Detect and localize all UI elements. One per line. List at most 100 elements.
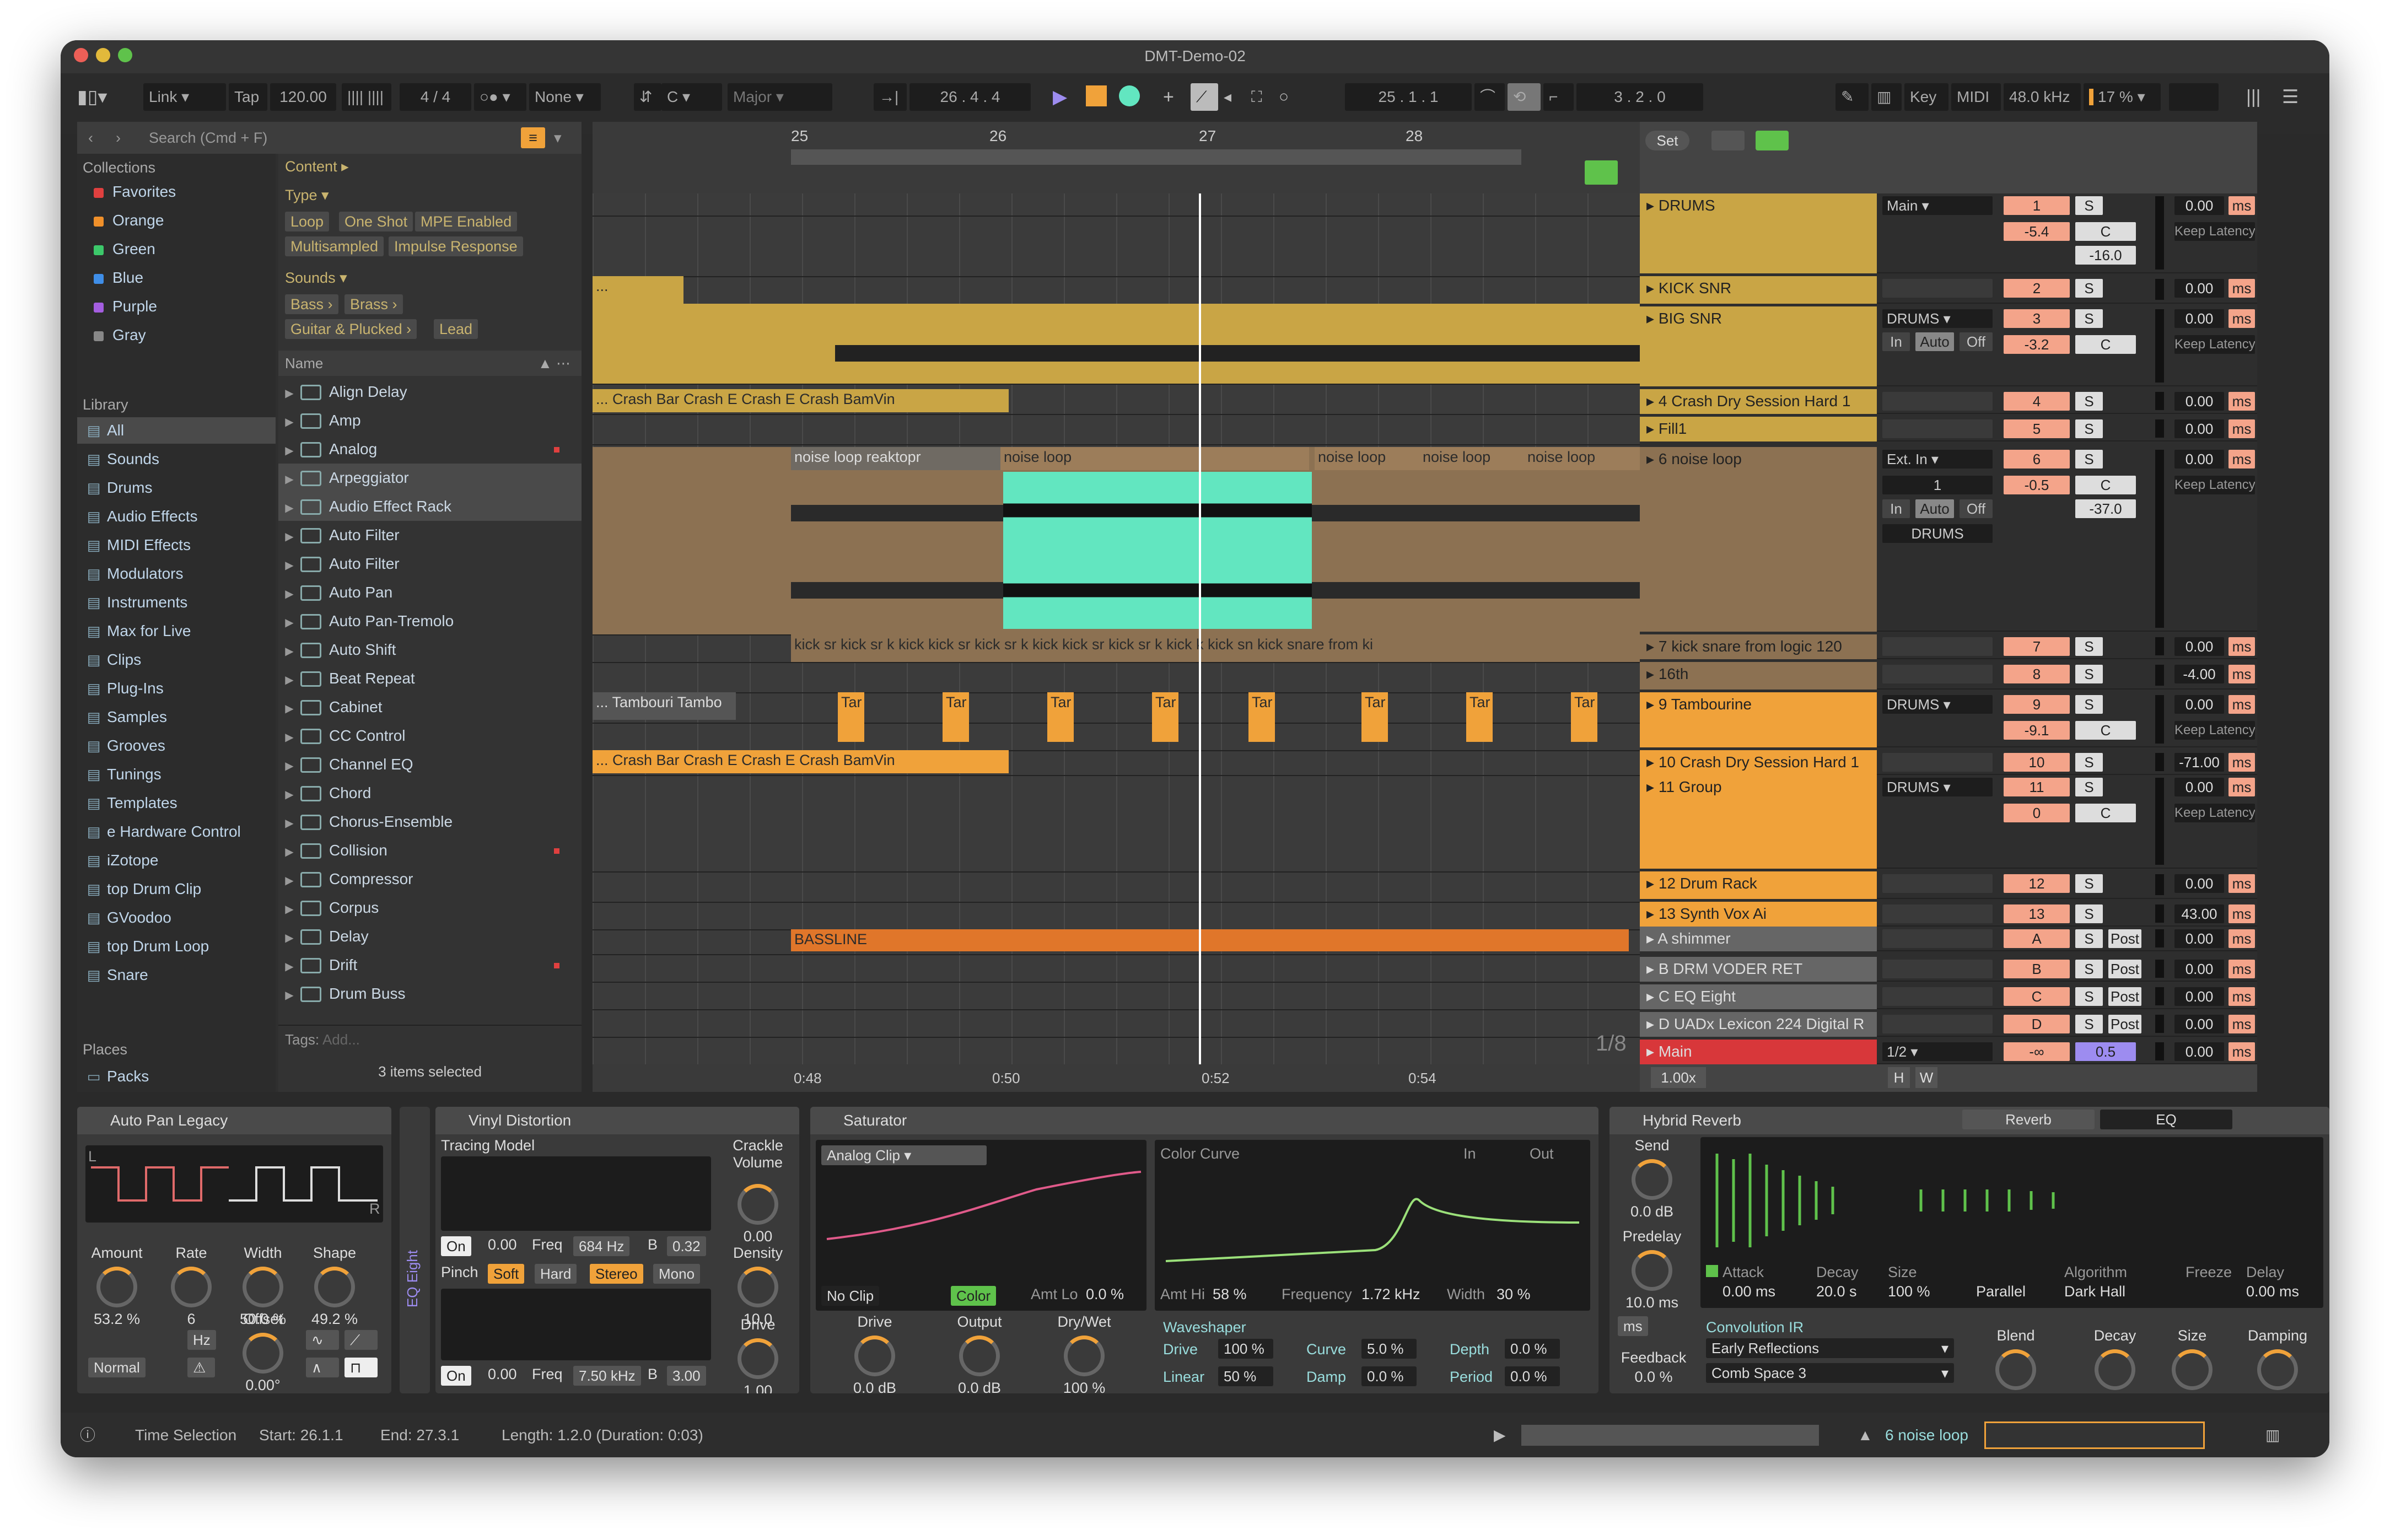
monitor-in-button[interactable]: In xyxy=(1882,332,1910,351)
library-item-top-drum-loop[interactable]: ▤ top Drum Loop xyxy=(77,933,276,960)
routing-empty[interactable] xyxy=(1882,637,1993,656)
track-activator[interactable]: B xyxy=(2004,960,2070,978)
drive-knob[interactable] xyxy=(738,1338,778,1379)
mono-button[interactable]: Mono xyxy=(653,1264,701,1284)
monitor-auto-button[interactable]: Auto xyxy=(1915,499,1954,518)
follow-arrow-icon[interactable]: →| xyxy=(874,83,907,111)
track-fold-icon[interactable]: ▸ xyxy=(1646,420,1659,437)
width-knob[interactable] xyxy=(243,1267,283,1307)
input-routing-select[interactable]: DRUMS ▾ xyxy=(1882,778,1993,796)
expand-icon[interactable]: ▶ xyxy=(278,952,300,981)
track-fold-icon[interactable]: ▸ xyxy=(1646,392,1659,410)
tag-mpe-enabled[interactable]: MPE Enabled xyxy=(415,212,518,231)
collection-green[interactable]: Green xyxy=(77,236,155,262)
track-delay-unit[interactable]: ms xyxy=(2228,987,2255,1006)
filter-icon[interactable]: ≡ xyxy=(521,127,545,148)
track-delay-field[interactable]: 0.00 xyxy=(2174,279,2224,298)
collection-favorites[interactable]: Favorites xyxy=(77,179,176,205)
track-fold-icon[interactable]: ▸ xyxy=(1646,753,1659,771)
clip-noise-loop-reaktopr[interactable]: noise loop reaktopr xyxy=(791,447,1000,470)
tempo-field[interactable]: 120.00 xyxy=(270,83,336,111)
frequency-value[interactable]: 1.72 kHz xyxy=(1361,1286,1420,1303)
tag-loop[interactable]: Loop xyxy=(285,212,330,231)
routing-empty[interactable] xyxy=(1882,665,1993,683)
library-item-max-for-live[interactable]: ▤ Max for Live xyxy=(77,618,276,644)
track-pan[interactable]: C xyxy=(2075,804,2136,822)
play-button[interactable]: ▶ xyxy=(1053,83,1067,111)
computer-keyboard-icon[interactable]: ▥ xyxy=(1871,83,1902,111)
file-item[interactable]: ▶ Audio Effect Rack xyxy=(278,492,582,521)
color-button[interactable]: Color xyxy=(951,1286,997,1306)
solo-button[interactable]: S xyxy=(2075,1015,2103,1033)
dry-wet-value[interactable]: 100 % xyxy=(1042,1380,1127,1393)
offset-knob[interactable] xyxy=(243,1333,283,1374)
filter-type[interactable]: Type ▾ xyxy=(285,187,329,204)
saw-wave-icon[interactable]: ⟋ xyxy=(344,1330,378,1350)
input-routing-select[interactable]: Main ▾ xyxy=(1882,196,1993,215)
clip-noise-loop-2[interactable]: noise loop xyxy=(1315,447,1419,470)
tags-row[interactable]: Tags: Add... xyxy=(278,1025,582,1052)
clip-tambourine-hit[interactable]: Tar xyxy=(1152,692,1178,742)
file-item[interactable]: ▶ Drift xyxy=(278,951,582,979)
file-item[interactable]: ▶ Corpus xyxy=(278,893,582,922)
hard-button[interactable]: Hard xyxy=(535,1264,577,1284)
follow-icon[interactable]: ⇵ xyxy=(634,83,661,111)
track-delay-unit[interactable]: ms xyxy=(2228,960,2255,978)
decay-knob[interactable] xyxy=(2095,1349,2135,1390)
track-fold-icon[interactable]: ▸ xyxy=(1646,665,1659,682)
predelay-value[interactable]: 10.0 ms xyxy=(1610,1294,1694,1311)
solo-button[interactable]: S xyxy=(2075,279,2103,298)
waveshaper-ws-lin-field[interactable]: 50 % xyxy=(1218,1366,1273,1386)
monitor-off-button[interactable]: Off xyxy=(1960,499,1993,518)
tap-button[interactable]: Tap xyxy=(229,83,267,111)
file-item[interactable]: ▶ Auto Filter xyxy=(278,550,582,578)
track-header[interactable]: ▸ Fill1 xyxy=(1640,417,1877,441)
routing-empty[interactable] xyxy=(1882,987,1993,1006)
track-fold-icon[interactable]: ▸ xyxy=(1646,197,1659,214)
keep-latency-toggle[interactable]: Keep Latency xyxy=(2174,335,2255,354)
amount-knob[interactable] xyxy=(96,1267,137,1307)
track-activator[interactable]: C xyxy=(2004,987,2070,1006)
automation-arm-icon[interactable]: ⟋ xyxy=(1191,83,1218,111)
tab-reverb[interactable]: Reverb xyxy=(1962,1110,2095,1129)
solo-button[interactable]: S xyxy=(2075,419,2103,438)
input-routing-select[interactable]: DRUMS ▾ xyxy=(1882,309,1993,328)
routing-empty[interactable] xyxy=(1882,904,1993,923)
post-button[interactable]: Post xyxy=(2108,1015,2141,1033)
track-header[interactable]: ▸ B DRM VODER RET xyxy=(1640,957,1877,982)
track-activator[interactable]: 5 xyxy=(2004,419,2070,438)
clip-noise-loop-3[interactable]: noise loop xyxy=(1419,447,1524,470)
tag-brass[interactable]: Brass › xyxy=(344,294,403,314)
capture-midi-icon[interactable]: ⛶ xyxy=(1251,83,1262,111)
track-delay-unit[interactable]: ms xyxy=(2228,929,2255,948)
file-item[interactable]: ▶ CC Control xyxy=(278,721,582,750)
expand-icon[interactable]: ▶ xyxy=(278,494,300,523)
arrangement-position-field[interactable]: 26 . 4 . 4 xyxy=(909,83,1031,111)
track-activator[interactable]: 3 xyxy=(2004,309,2070,328)
track-delay-field[interactable]: 0.00 xyxy=(2174,1042,2224,1061)
library-item-clips[interactable]: ▤ Clips xyxy=(77,647,276,673)
file-item[interactable]: ▶ Beat Repeat xyxy=(278,664,582,693)
track-header[interactable]: ▸ 7 kick snare from logic 120 xyxy=(1640,634,1877,659)
track-delay-field[interactable]: -71.00 xyxy=(2174,753,2224,772)
triangle-wave-icon[interactable]: ∧ xyxy=(306,1358,339,1377)
drive-value[interactable]: 1.00 xyxy=(715,1382,799,1393)
scale-select[interactable]: Major ▾ xyxy=(728,83,832,111)
track-delay-unit[interactable]: ms xyxy=(2228,1042,2255,1061)
track-header[interactable]: ▸ 16th xyxy=(1640,662,1877,690)
clip-tambourine-hit[interactable]: Tar xyxy=(1571,692,1597,742)
feedback-value[interactable]: 0.0 % xyxy=(1615,1369,1692,1386)
track-header[interactable]: ▸ BIG SNR xyxy=(1640,306,1877,386)
track-delay-unit[interactable]: ms xyxy=(2228,874,2255,893)
file-item[interactable]: ▶ Auto Shift xyxy=(278,636,582,664)
expand-icon[interactable]: ▶ xyxy=(278,523,300,551)
metronome-toggle[interactable]: ○● ▾ xyxy=(474,83,526,111)
track-fold-icon[interactable]: ▸ xyxy=(1646,988,1659,1005)
library-item-grooves[interactable]: ▤ Grooves xyxy=(77,733,276,759)
solo-button[interactable]: S xyxy=(2075,753,2103,772)
solo-button[interactable]: S xyxy=(2075,874,2103,893)
stop-button[interactable] xyxy=(1086,85,1107,106)
file-item[interactable]: ▶ Delay xyxy=(278,922,582,951)
expand-icon[interactable]: ▶ xyxy=(278,866,300,895)
track-fold-icon[interactable]: ▸ xyxy=(1646,905,1659,922)
